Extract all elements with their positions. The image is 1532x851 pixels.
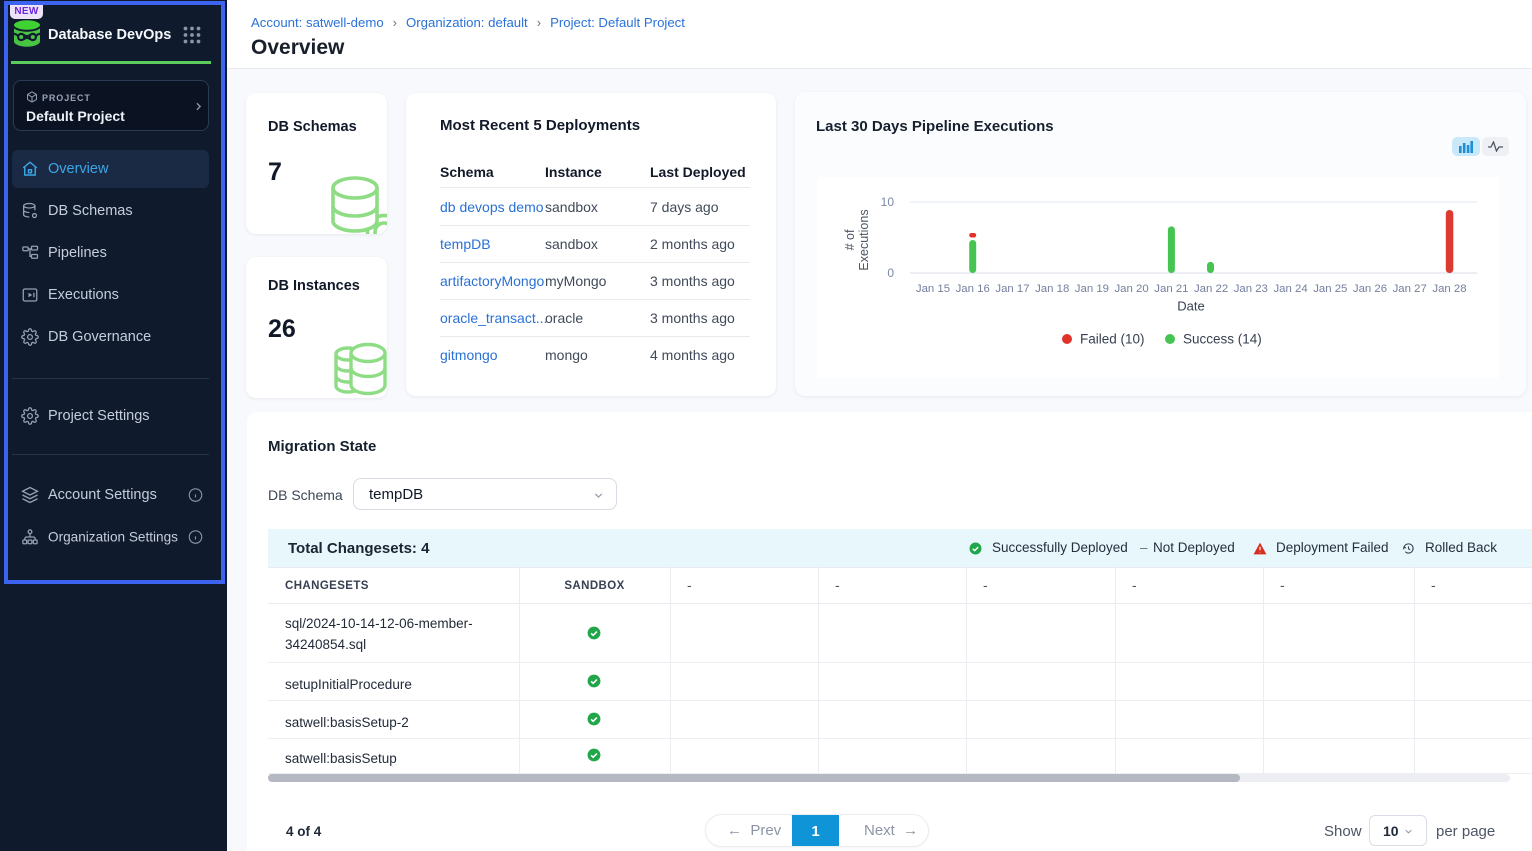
svg-text:Jan 15: Jan 15 (916, 283, 950, 295)
svg-text:Jan 22: Jan 22 (1194, 283, 1228, 295)
svg-text:Executions: Executions (857, 209, 871, 270)
svg-text:Jan 21: Jan 21 (1154, 283, 1188, 295)
svg-text:10: 10 (881, 195, 895, 209)
svg-text:Jan 20: Jan 20 (1114, 283, 1148, 295)
svg-text:# of: # of (843, 229, 857, 250)
svg-text:Jan 27: Jan 27 (1393, 283, 1427, 295)
svg-text:Jan 23: Jan 23 (1234, 283, 1268, 295)
svg-text:Jan 19: Jan 19 (1075, 283, 1109, 295)
svg-text:Jan 18: Jan 18 (1035, 283, 1069, 295)
svg-text:Jan 26: Jan 26 (1353, 283, 1387, 295)
svg-text:0: 0 (887, 266, 894, 280)
svg-text:Date: Date (1177, 299, 1204, 314)
svg-text:Failed (10): Failed (10) (1080, 332, 1145, 347)
svg-text:Jan 17: Jan 17 (995, 283, 1029, 295)
svg-text:Success (14): Success (14) (1183, 332, 1262, 347)
svg-text:Jan 24: Jan 24 (1273, 283, 1307, 295)
svg-text:Jan 25: Jan 25 (1313, 283, 1347, 295)
svg-text:Jan 28: Jan 28 (1432, 283, 1466, 295)
svg-text:Jan 16: Jan 16 (956, 283, 990, 295)
